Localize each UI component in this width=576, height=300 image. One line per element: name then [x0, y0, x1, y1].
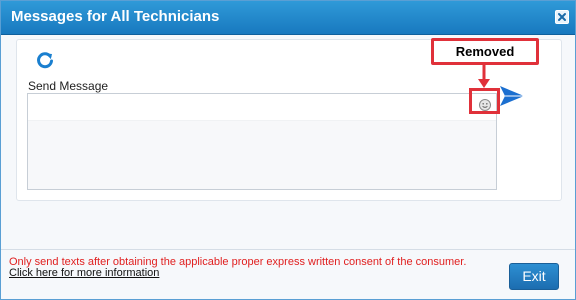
messages-dialog: Messages for All Technicians Send Messag…: [0, 0, 576, 300]
dialog-title: Messages for All Technicians: [11, 8, 220, 25]
close-icon: [558, 13, 566, 21]
annotation-callout: Removed: [431, 38, 539, 65]
send-arrow-icon[interactable]: [499, 85, 525, 107]
message-input-area[interactable]: [28, 121, 496, 189]
send-message-label: Send Message: [28, 79, 109, 93]
more-info-link[interactable]: Click here for more information: [9, 267, 159, 279]
refresh-icon[interactable]: [35, 50, 55, 70]
exit-button[interactable]: Exit: [509, 263, 559, 290]
annotation-highlight-box: [469, 88, 500, 114]
close-button[interactable]: [555, 10, 569, 24]
annotation-arrow-icon: [478, 65, 490, 88]
message-textarea[interactable]: [27, 93, 497, 190]
annotation-label: Removed: [455, 44, 515, 59]
dialog-titlebar: Messages for All Technicians: [1, 1, 575, 35]
dialog-footer: Only send texts after obtaining the appl…: [1, 249, 575, 299]
message-toolbar: [28, 94, 496, 121]
